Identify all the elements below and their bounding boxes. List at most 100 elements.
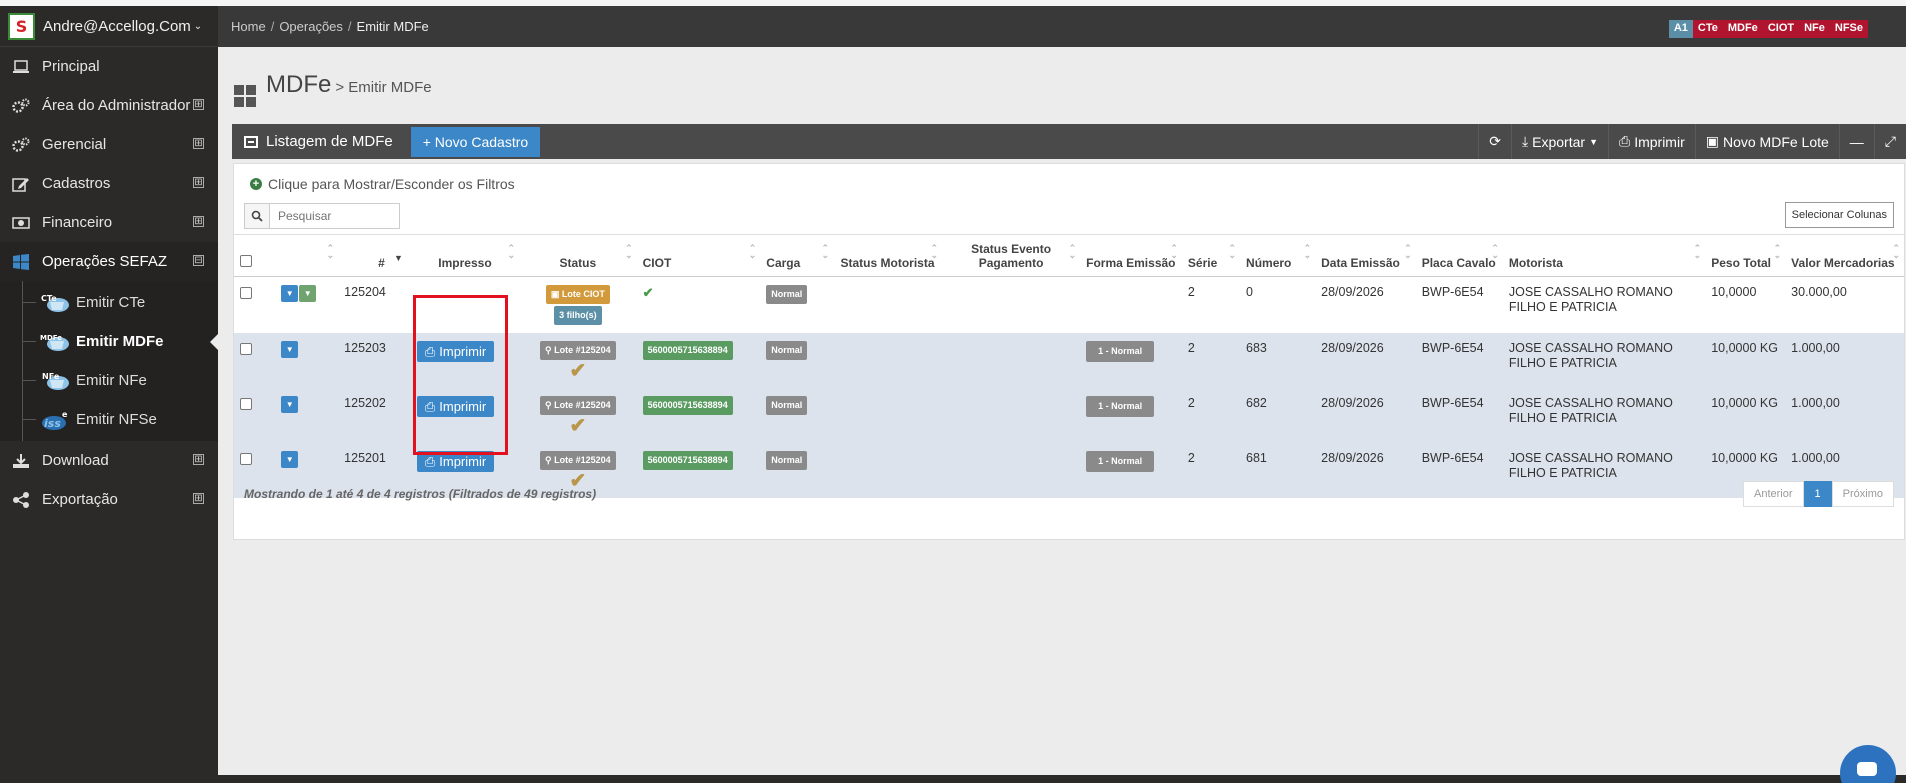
print-row-button[interactable]: ⎙ Imprimir (416, 451, 495, 472)
cell-ciot: 5600005715638894 (636, 333, 761, 388)
cell-data: 28/09/2026 (1315, 388, 1416, 443)
sidebar-item-download[interactable]: Download ⊞ (0, 441, 218, 480)
cell-data: 28/09/2026 (1315, 443, 1416, 498)
pagination-next[interactable]: Próximo (1831, 481, 1894, 507)
windows-icon (10, 253, 32, 271)
cell-id: 125204 (338, 276, 411, 333)
row-actions-cell: ▼ (275, 333, 339, 388)
table-row[interactable]: ▼ 125202 ⎙ Imprimir ⚲ Lote #125204 ✔ 5600… (234, 388, 1904, 443)
row-checkbox[interactable] (240, 287, 252, 299)
toolbar-actions: ⟳ ⤓ Exportar ▼ ⎙ Imprimir ▣ Novo MDFe Lo… (1478, 124, 1906, 159)
sidebar-item-exportacao[interactable]: Exportação ⊞ (0, 480, 218, 519)
select-columns-button[interactable]: Selecionar Colunas (1784, 202, 1894, 228)
col-impresso[interactable]: Impresso (410, 234, 520, 277)
table-row[interactable]: ▼ 125203 ⎙ Imprimir ⚲ Lote #125204 ✔ 5600… (234, 333, 1904, 388)
row-expand-button[interactable]: ▼ (299, 285, 317, 302)
cell-numero: 681 (1240, 443, 1316, 498)
user-menu[interactable]: S Andre@Accellog.Com ⌄ (0, 6, 218, 47)
sidebar-subitem-label: Emitir NFe (76, 372, 147, 389)
cell-numero: 683 (1240, 333, 1316, 388)
sidebar-subitem-emitir-mdfe[interactable]: MDFe Emitir MDFe (0, 322, 218, 361)
pagination-page-1[interactable]: 1 (1803, 481, 1832, 507)
cell-serie: 2 (1181, 276, 1241, 333)
user-name[interactable]: Andre@Accellog.Com (43, 18, 191, 35)
new-batch-button[interactable]: ▣ Novo MDFe Lote (1694, 124, 1839, 159)
carga-label: Normal (766, 451, 808, 470)
sidebar-item-principal[interactable]: Principal (0, 47, 218, 86)
cell-serie: 2 (1181, 443, 1241, 498)
cell-ciot: 5600005715638894 (636, 443, 761, 498)
col-data-emissao[interactable]: Data Emissão (1315, 234, 1416, 277)
cell-id: 125202 (338, 388, 411, 443)
cell-status-motorista (832, 333, 943, 388)
col-numero[interactable]: Número (1240, 234, 1316, 277)
row-dropdown-button[interactable]: ▼ (281, 285, 299, 302)
col-status-evento[interactable]: Status Evento Pagamento (942, 234, 1081, 277)
refresh-button[interactable]: ⟳ (1478, 124, 1511, 159)
breadcrumb-home[interactable]: Home (231, 19, 266, 34)
cell-serie: 2 (1181, 388, 1241, 443)
list-toolbar: Listagem de MDFe + Novo Cadastro ⟳ ⤓ Exp… (232, 124, 1906, 159)
caret-down-icon: ▼ (1589, 136, 1598, 147)
breadcrumb-operacoes[interactable]: Operações (279, 19, 343, 34)
print-row-button[interactable]: ⎙ Imprimir (416, 396, 495, 417)
sidebar-subitem-emitir-nfse[interactable]: iss e Emitir NFSe (0, 400, 218, 439)
sidebar-item-label: Download (42, 452, 109, 469)
col-carga[interactable]: Carga (760, 234, 833, 277)
col-valor-mercadorias[interactable]: Valor Mercadorias (1785, 234, 1904, 277)
carga-label: Normal (766, 285, 808, 304)
status-label-children: 3 filho(s) (554, 306, 602, 325)
sidebar-item-financeiro[interactable]: Financeiro ⊞ (0, 203, 218, 242)
row-dropdown-button[interactable]: ▼ (281, 396, 299, 413)
link-icon: ⚲ (545, 400, 555, 410)
col-status[interactable]: Status (519, 234, 637, 277)
collapse-panel-button[interactable]: — (1838, 124, 1874, 159)
sidebar-subitem-emitir-cte[interactable]: CTe Emitir CTe (0, 283, 218, 322)
row-dropdown-button[interactable]: ▼ (281, 341, 299, 358)
sidebar-item-label: Exportação (42, 491, 118, 508)
cell-placa: BWP-6E54 (1415, 333, 1503, 388)
sidebar-item-gerencial[interactable]: Gerencial ⊞ (0, 125, 218, 164)
sidebar-subitem-label: Emitir MDFe (76, 333, 164, 350)
col-ciot[interactable]: CIOT (636, 234, 761, 277)
sidebar-subitem-label: Emitir NFSe (76, 411, 157, 428)
table-row[interactable]: ▼ ▼ 125204 ▣ Lote CIOT 3 filho(s) ✔ Norma… (234, 276, 1904, 333)
status-label-lote-ciot: ▣ Lote CIOT (545, 285, 610, 304)
col-forma-emissao[interactable]: Forma Emissão (1080, 234, 1182, 277)
export-button[interactable]: ⤓ Exportar ▼ (1510, 124, 1608, 159)
sidebar-item-label: Financeiro (42, 214, 113, 231)
search-button[interactable] (244, 203, 270, 229)
cell-carga: Normal (760, 443, 833, 498)
sidebar-item-cadastros[interactable]: Cadastros ⊞ (0, 164, 218, 203)
cell-motorista: JOSE CASSALHO ROMANO FILHO E PATRICIA (1502, 276, 1706, 333)
col-serie[interactable]: Série (1181, 234, 1241, 277)
col-placa-cavalo[interactable]: Placa Cavalo (1415, 234, 1503, 277)
row-checkbox[interactable] (240, 398, 252, 410)
cell-status-evento (942, 388, 1081, 443)
row-checkbox[interactable] (240, 343, 252, 355)
row-select-cell (234, 333, 276, 388)
sidebar-subitem-emitir-nfe[interactable]: NFe Emitir NFe (0, 361, 218, 400)
print-row-button[interactable]: ⎙ Imprimir (416, 341, 495, 362)
row-checkbox[interactable] (240, 453, 252, 465)
pagination-prev[interactable]: Anterior (1743, 481, 1804, 507)
select-all-checkbox[interactable] (240, 255, 252, 267)
fullscreen-button[interactable]: ⤢ (1873, 124, 1906, 159)
search-input[interactable] (270, 203, 400, 229)
print-button[interactable]: ⎙ Imprimir (1607, 124, 1695, 159)
actions-header (275, 234, 339, 277)
col-peso-total[interactable]: Peso Total (1705, 234, 1786, 277)
breadcrumb-current: Emitir MDFe (356, 19, 429, 34)
col-motorista[interactable]: Motorista (1502, 234, 1706, 277)
sidebar: S Andre@Accellog.Com ⌄ Principal Área do… (0, 6, 218, 783)
col-id[interactable]: # (338, 234, 411, 277)
col-status-motorista[interactable]: Status Motorista (832, 234, 943, 277)
filter-toggle[interactable]: + Clique para Mostrar/Esconder os Filtro… (250, 176, 515, 192)
status-label-lote: ⚲ Lote #125204 (540, 451, 616, 470)
ciot-label: 5600005715638894 (642, 341, 733, 360)
sidebar-item-operacoes-sefaz[interactable]: Operações SEFAZ ⊟ (0, 242, 218, 281)
sidebar-item-admin[interactable]: Área do Administrador ⊞ (0, 86, 218, 125)
row-dropdown-button[interactable]: ▼ (281, 451, 299, 468)
forma-emissao-label: 1 - Normal (1086, 451, 1155, 472)
new-record-button[interactable]: + Novo Cadastro (410, 126, 541, 157)
